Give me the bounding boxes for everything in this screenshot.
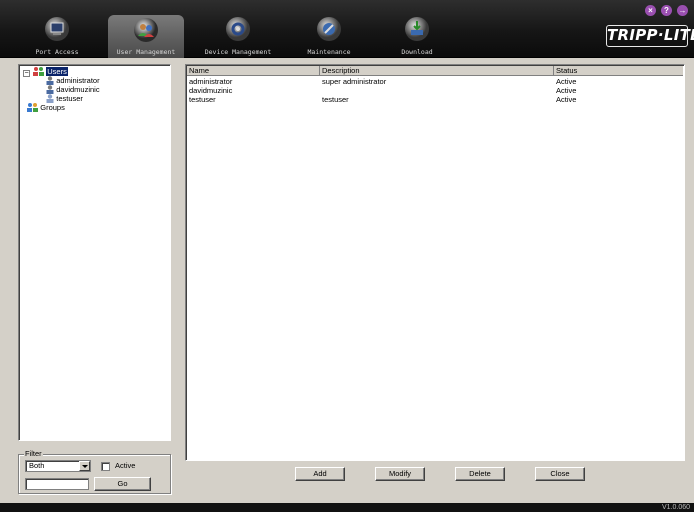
tab-user-management[interactable]: User Management bbox=[108, 15, 184, 58]
tab-user-management-label: User Management bbox=[116, 48, 176, 56]
tab-port-access-label: Port Access bbox=[35, 48, 79, 56]
tree-user-label: administrator bbox=[56, 76, 100, 85]
close-icon[interactable]: × bbox=[645, 5, 656, 16]
tree-node-groups-label: Groups bbox=[40, 103, 65, 112]
column-header-description[interactable]: Description bbox=[320, 66, 554, 76]
tree-node-users[interactable]: Users bbox=[33, 67, 68, 77]
column-header-status[interactable]: Status bbox=[554, 66, 683, 76]
port-access-icon bbox=[45, 17, 69, 41]
filter-type-select[interactable]: Both bbox=[25, 460, 91, 472]
groups-icon bbox=[27, 103, 38, 113]
users-table[interactable]: Name Description Status administrator su… bbox=[185, 64, 685, 461]
tree-user-label: davidmuzinic bbox=[56, 85, 100, 94]
help-icon[interactable]: ? bbox=[661, 5, 672, 16]
active-checkbox[interactable] bbox=[101, 462, 110, 471]
table-row[interactable]: testuser testuser Active bbox=[187, 95, 683, 104]
tripp-lite-logo: TRIPP·LITE bbox=[606, 25, 694, 47]
cell-name: davidmuzinic bbox=[189, 86, 233, 95]
cell-status: Active bbox=[556, 77, 577, 86]
filter-text-input[interactable] bbox=[25, 478, 89, 490]
tab-maintenance[interactable]: Maintenance bbox=[298, 14, 360, 58]
filter-legend: Filter bbox=[24, 449, 43, 458]
collapse-users-toggle[interactable]: − bbox=[23, 70, 30, 77]
table-row[interactable]: davidmuzinic Active bbox=[187, 86, 683, 95]
cell-name: administrator bbox=[189, 77, 233, 86]
logout-icon[interactable]: → bbox=[677, 5, 688, 16]
table-row[interactable]: administrator super administrator Active bbox=[187, 77, 683, 86]
tab-device-management[interactable]: Device Management bbox=[196, 14, 280, 58]
tab-maintenance-label: Maintenance bbox=[307, 48, 351, 56]
delete-button[interactable]: Delete bbox=[455, 467, 505, 481]
tree-node-user[interactable]: testuser bbox=[46, 94, 83, 104]
cell-status: Active bbox=[556, 95, 577, 104]
tab-device-management-label: Device Management bbox=[204, 48, 272, 56]
cell-status: Active bbox=[556, 86, 577, 95]
close-button[interactable]: Close bbox=[535, 467, 585, 481]
tab-download-label: Download bbox=[401, 48, 433, 56]
top-navigation-bar: Port Access User Management Device Manag… bbox=[0, 0, 694, 58]
modify-button[interactable]: Modify bbox=[375, 467, 425, 481]
device-management-icon bbox=[226, 17, 250, 41]
column-header-name[interactable]: Name bbox=[187, 66, 320, 76]
status-bar: V1.0.060 bbox=[0, 503, 694, 512]
cell-description: super administrator bbox=[322, 77, 387, 86]
table-header: Name Description Status bbox=[187, 66, 683, 76]
tree-user-label: testuser bbox=[56, 94, 83, 103]
go-button[interactable]: Go bbox=[94, 477, 151, 491]
tab-download[interactable]: Download bbox=[386, 14, 448, 58]
chevron-down-icon[interactable] bbox=[79, 461, 90, 471]
active-checkbox-label: Active bbox=[115, 461, 136, 470]
filter-group: Filter Both Active Go bbox=[18, 449, 171, 494]
cell-name: testuser bbox=[189, 95, 216, 104]
version-label: V1.0.060 bbox=[661, 504, 690, 511]
maintenance-icon bbox=[317, 17, 341, 41]
tree-node-users-label: Users bbox=[46, 67, 68, 76]
download-icon bbox=[405, 17, 429, 41]
cell-description: testuser bbox=[322, 95, 349, 104]
users-group-icon bbox=[33, 67, 44, 77]
user-tree[interactable]: − Users administrator davidmuzinic testu… bbox=[18, 64, 171, 441]
tree-node-user[interactable]: administrator bbox=[46, 76, 100, 86]
user-management-icon bbox=[134, 18, 158, 42]
filter-select-value: Both bbox=[29, 461, 45, 470]
tab-port-access[interactable]: Port Access bbox=[20, 14, 94, 58]
tree-node-user[interactable]: davidmuzinic bbox=[46, 85, 100, 95]
tree-node-groups[interactable]: Groups bbox=[27, 103, 65, 113]
add-button[interactable]: Add bbox=[295, 467, 345, 481]
